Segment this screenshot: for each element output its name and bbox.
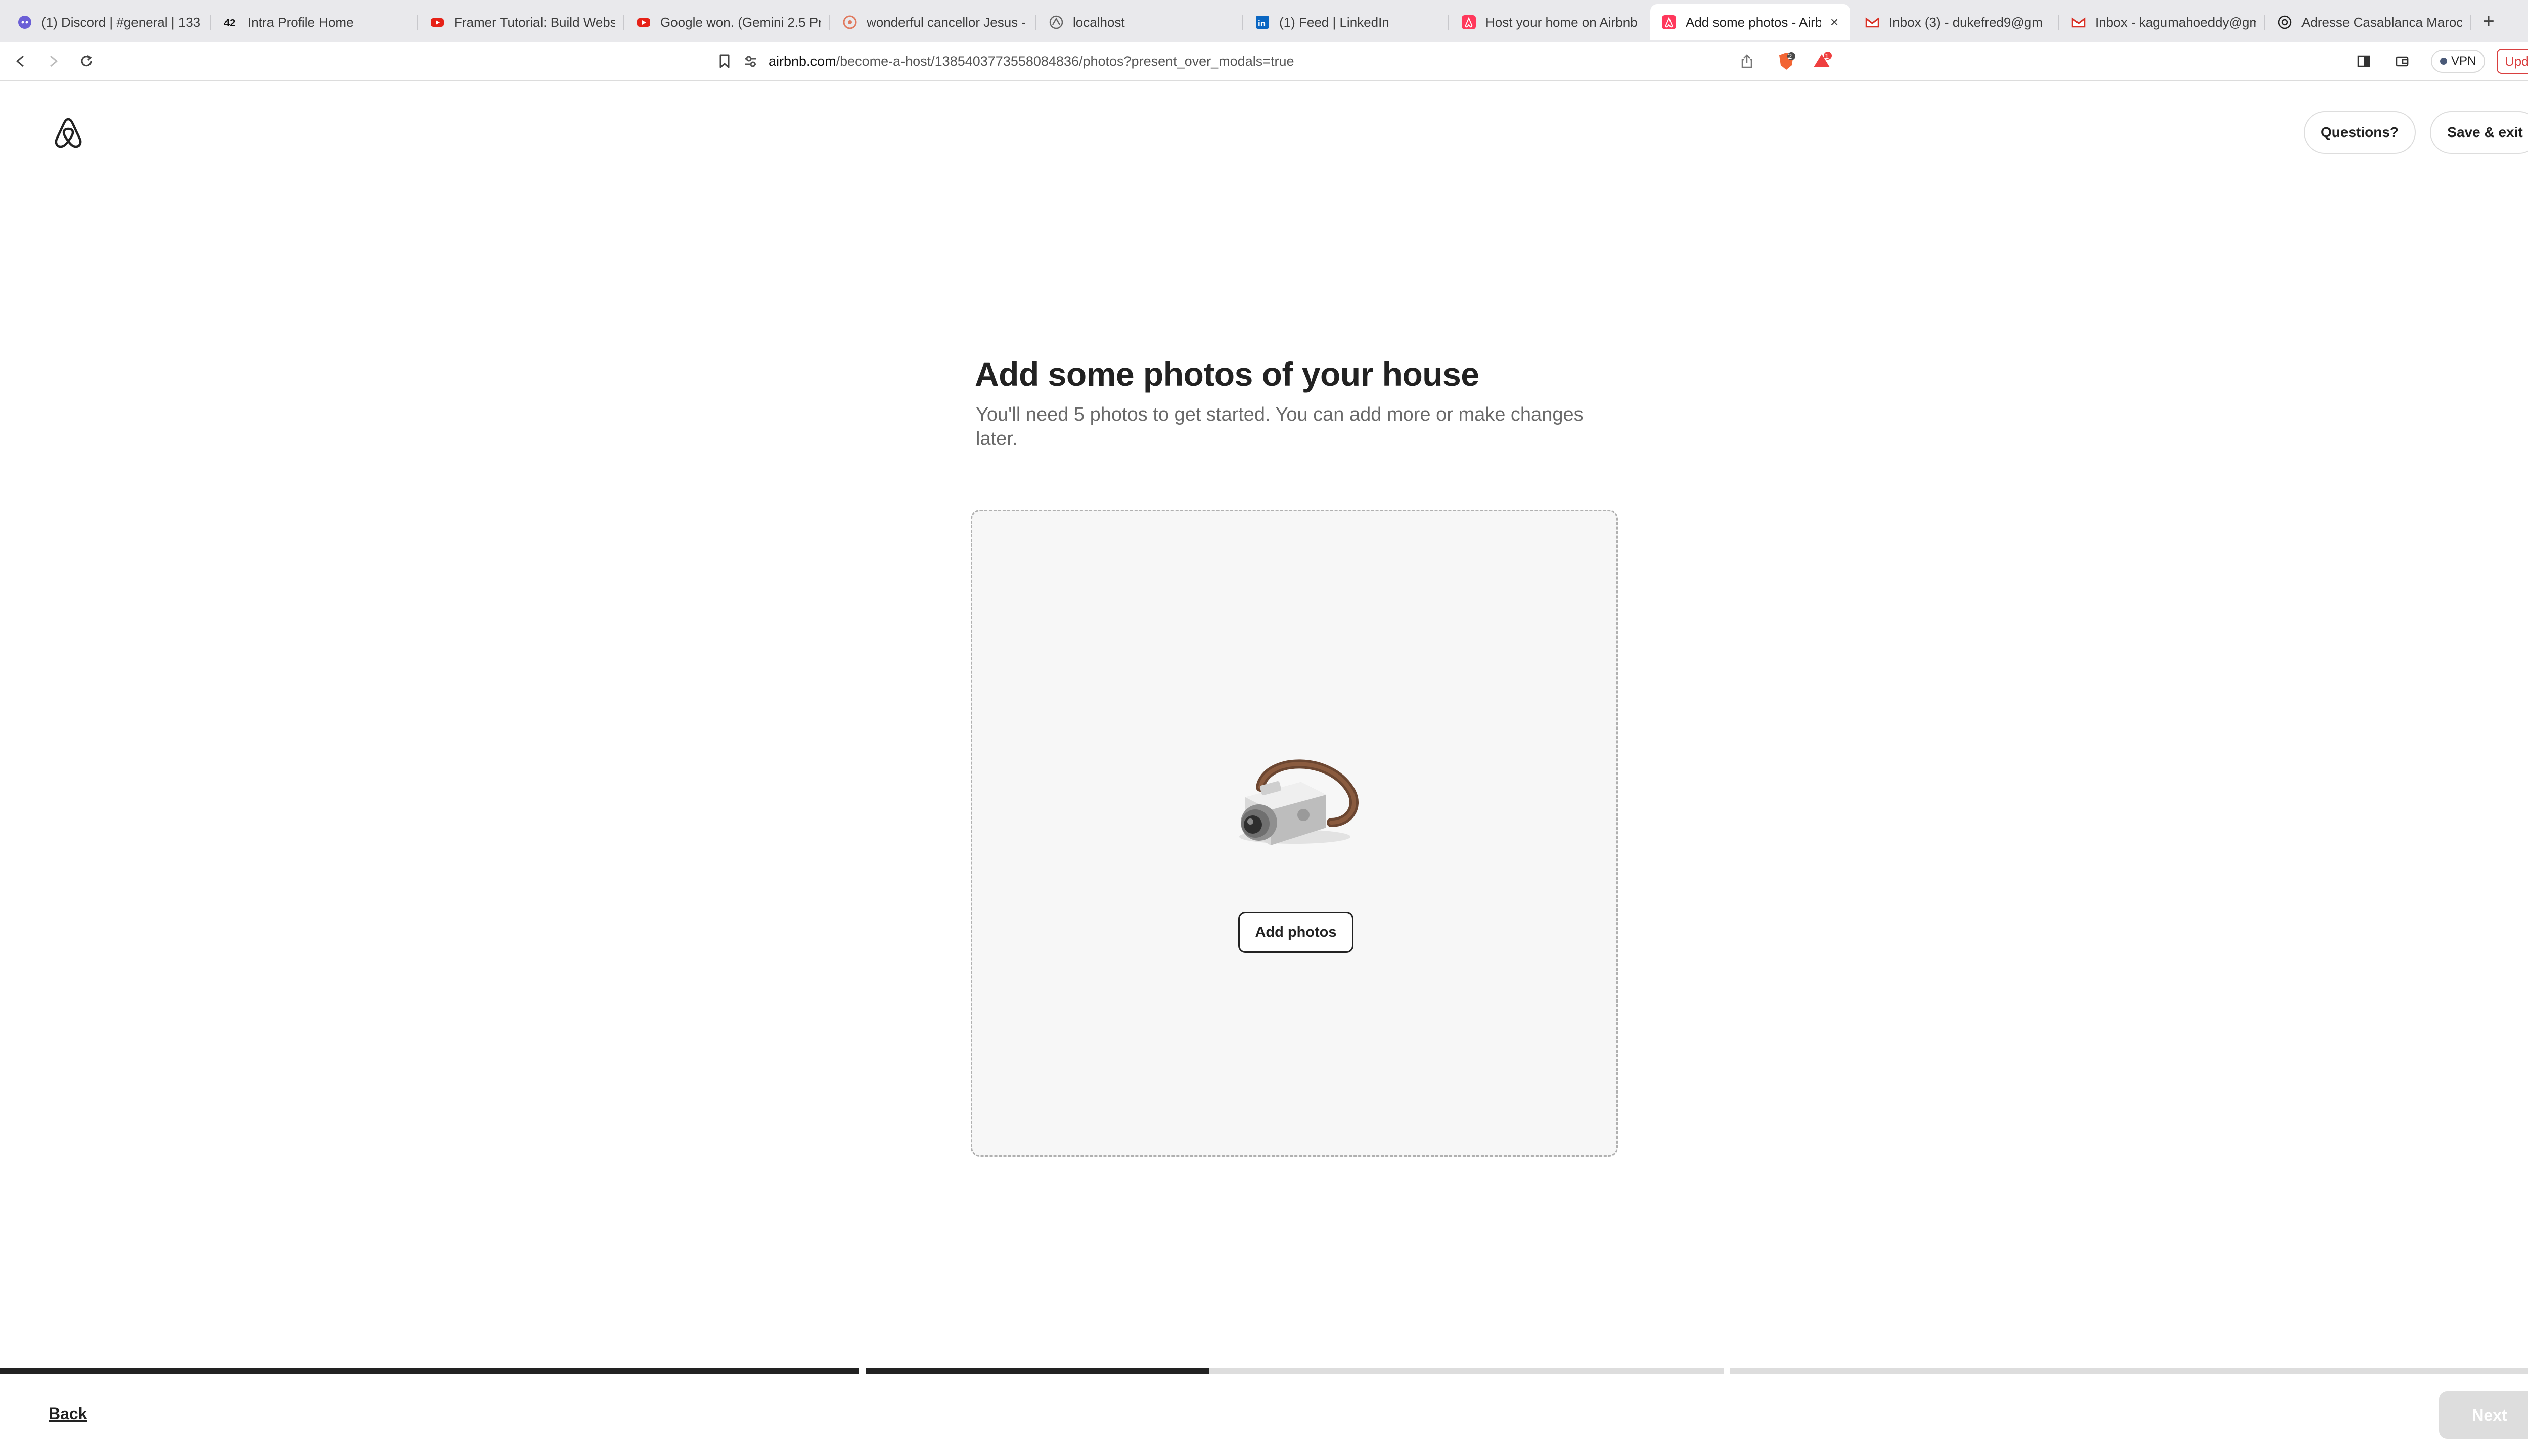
url-path: /become-a-host/1385403773558084836/photo…	[836, 53, 1294, 69]
progress-fill	[866, 1368, 1209, 1374]
tab[interactable]: Inbox (3) - dukefred9@gm	[1854, 4, 2059, 40]
tab-title: Add some photos - Airb	[1686, 14, 1821, 30]
add-photos-button[interactable]: Add photos	[1238, 912, 1353, 953]
tab-title: localhost	[1073, 14, 1125, 30]
tab-title: Framer Tutorial: Build Webs	[454, 14, 615, 30]
tab[interactable]: Host your home on Airbnb	[1450, 4, 1655, 40]
address-bar[interactable]: airbnb.com/become-a-host/138540377355808…	[743, 49, 1830, 74]
tab-separator	[2264, 15, 2265, 30]
next-button[interactable]: Next	[2439, 1391, 2528, 1439]
update-button[interactable]: Update	[2497, 49, 2528, 74]
tab-title: Google won. (Gemini 2.5 Pr	[660, 14, 821, 30]
tab-separator	[623, 15, 624, 30]
shields-count: 2	[1788, 52, 1792, 61]
tab-title: Host your home on Airbnb	[1485, 14, 1638, 30]
site-settings-icon[interactable]	[743, 54, 758, 69]
tab-separator	[1035, 15, 1036, 30]
camera-icon	[1230, 747, 1367, 858]
tab-separator	[1242, 15, 1243, 30]
vpn-label: VPN	[2451, 54, 2476, 68]
airbnb-logo-icon[interactable]	[52, 116, 85, 150]
globe-icon	[1049, 15, 1064, 30]
progress-fill	[0, 1368, 859, 1374]
wallet-icon[interactable]	[2391, 51, 2413, 72]
tab-title: wonderful cancellor Jesus -	[867, 14, 1026, 30]
back-arrow-icon[interactable]	[10, 51, 31, 72]
tab-title: (1) Discord | #general | 133	[41, 14, 201, 30]
tab[interactable]: in (1) Feed | LinkedIn	[1244, 4, 1449, 40]
gmail-icon	[1865, 15, 1880, 30]
tab-title: Inbox (3) - dukefred9@gm	[1889, 14, 2043, 30]
page-subtitle: You'll need 5 photos to get started. You…	[976, 404, 1584, 449]
browser-tab-bar: (1) Discord | #general | 133 42 Intra Prof…	[0, 0, 2528, 42]
tab-separator	[829, 15, 830, 30]
tab-separator	[417, 15, 418, 30]
tab-title: (1) Feed | LinkedIn	[1279, 14, 1389, 30]
tab[interactable]: (1) Discord | #general | 133	[6, 4, 211, 40]
svg-text:in: in	[1258, 19, 1266, 28]
tab[interactable]: wonderful cancellor Jesus -	[831, 4, 1036, 40]
tab-active[interactable]: Add some photos - Airb ×	[1650, 4, 1850, 40]
tab-separator	[210, 15, 211, 30]
brave-shields-icon[interactable]: 2	[1776, 51, 1797, 72]
back-button[interactable]: Back	[49, 1404, 87, 1423]
tab[interactable]: Framer Tutorial: Build Webs	[419, 4, 624, 40]
progress-segment-2	[866, 1368, 1724, 1374]
save-and-exit-button[interactable]: Save & exit	[2430, 111, 2528, 154]
vpn-button[interactable]: VPN	[2431, 50, 2486, 73]
rewards-count: 1	[1825, 52, 1829, 61]
tab-separator	[2470, 15, 2471, 30]
tab[interactable]: Google won. (Gemini 2.5 Pr	[625, 4, 830, 40]
openai-icon	[2277, 15, 2292, 30]
photo-dropzone[interactable]: Add photos	[971, 510, 1618, 1157]
progress-segment-3	[1730, 1368, 2528, 1374]
youtube-icon	[430, 15, 445, 30]
airbnb-icon	[1461, 15, 1476, 30]
page-title: Add some photos of your house	[975, 355, 1479, 393]
discord-icon	[17, 15, 32, 30]
url-host: airbnb.com	[769, 53, 836, 69]
forward-arrow-icon[interactable]	[42, 51, 64, 72]
vpn-status-icon	[2440, 58, 2447, 65]
new-tab-button[interactable]: +	[2477, 10, 2500, 32]
tab-title: Inbox - kagumahoeddy@gm	[2095, 14, 2256, 30]
update-label: Update	[2505, 53, 2528, 69]
42-icon: 42	[223, 15, 239, 30]
gmail-icon	[2071, 15, 2086, 30]
brave-rewards-icon[interactable]: 1	[1811, 51, 1832, 72]
questions-button[interactable]: Questions?	[2304, 111, 2416, 154]
share-icon[interactable]	[1736, 51, 1757, 72]
tab-title: Adresse Casablanca Maroc	[2301, 14, 2462, 30]
sidebar-toggle-icon[interactable]	[2353, 51, 2374, 72]
browser-toolbar: airbnb.com/become-a-host/138540377355808…	[0, 42, 2528, 81]
linkedin-icon: in	[1255, 15, 1270, 30]
tab[interactable]: 42 Intra Profile Home	[212, 4, 418, 40]
tab[interactable]: Adresse Casablanca Maroc	[2266, 4, 2471, 40]
tab-separator	[1448, 15, 1449, 30]
tab[interactable]: Inbox - kagumahoeddy@gm	[2060, 4, 2265, 40]
tab-title: Intra Profile Home	[248, 14, 354, 30]
chat-icon	[842, 15, 857, 30]
tab[interactable]: localhost	[1037, 4, 1243, 40]
tab-separator	[2058, 15, 2059, 30]
bookmark-icon[interactable]	[714, 51, 735, 72]
airbnb-icon	[1661, 15, 1677, 30]
youtube-icon	[636, 15, 651, 30]
reload-icon[interactable]	[76, 51, 97, 72]
progress-segment-1	[0, 1368, 859, 1374]
close-icon[interactable]: ×	[1827, 15, 1841, 29]
svg-text:42: 42	[224, 18, 235, 29]
